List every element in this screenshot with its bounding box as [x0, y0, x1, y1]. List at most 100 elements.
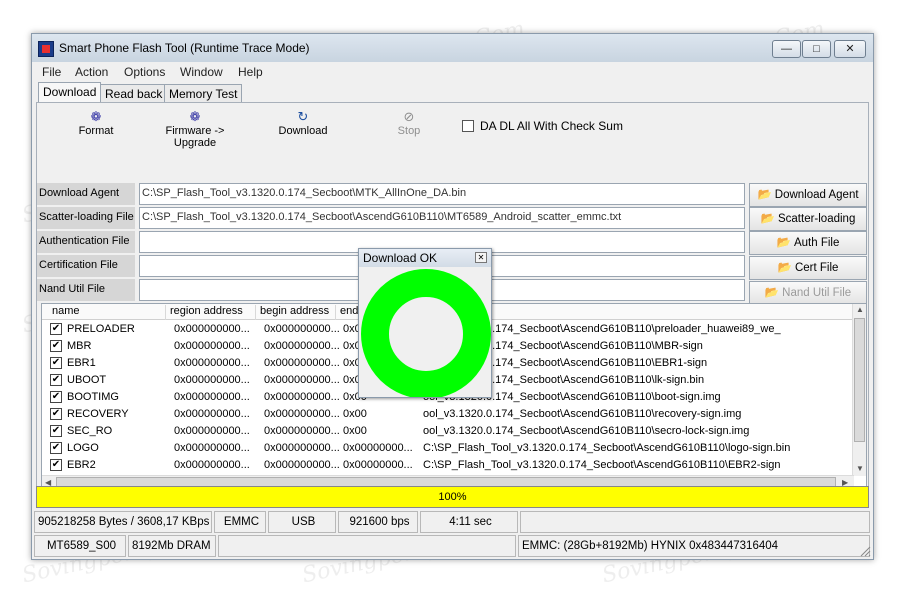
download-agent-path[interactable]: C:\SP_Flash_Tool_v3.1320.0.174_Secboot\M… — [139, 183, 745, 205]
download-agent-button[interactable]: 📂 Download Agent — [749, 183, 867, 207]
status-dram: 8192Mb DRAM — [128, 535, 216, 557]
progress-bar: 100% — [36, 486, 869, 508]
tab-memory-test[interactable]: Memory Test — [164, 84, 243, 102]
menu-bar: File Action Options Window Help — [32, 62, 873, 82]
col-begin[interactable]: begin address — [256, 305, 336, 320]
stop-icon: ⊘ — [403, 109, 415, 124]
status-blank — [218, 535, 516, 557]
row-begin: 0x000000000... — [264, 391, 340, 403]
download-label: Download — [278, 125, 328, 137]
row-end: 0x00000000... — [343, 442, 413, 454]
row-name: BOOTIMG — [67, 391, 119, 403]
row-begin: 0x000000000... — [264, 357, 340, 369]
download-button[interactable]: ↻ Download — [273, 109, 333, 137]
cert-label: Certification File — [37, 255, 135, 277]
menu-file[interactable]: File — [42, 65, 61, 79]
download-icon: ↻ — [297, 109, 309, 124]
dialog-close-icon[interactable]: ✕ — [475, 252, 487, 263]
stop-label: Stop — [397, 125, 421, 137]
row-location: ool_v3.1320.0.174_Secboot\AscendG610B110… — [423, 425, 750, 437]
row-region: 0x000000000... — [174, 459, 250, 471]
menu-help[interactable]: Help — [238, 65, 263, 79]
row-checkbox[interactable]: ✔ — [50, 425, 62, 437]
tab-download[interactable]: Download — [38, 82, 102, 103]
row-begin: 0x000000000... — [264, 408, 340, 420]
nand-util-button-label: Nand Util File — [782, 287, 852, 299]
row-end: 0x00000000... — [343, 459, 413, 471]
row-region: 0x000000000... — [174, 408, 250, 420]
auth-label: Authentication File — [37, 231, 135, 253]
row-checkbox[interactable]: ✔ — [50, 459, 62, 471]
tab-read-back[interactable]: Read back — [100, 84, 168, 102]
menu-action[interactable]: Action — [75, 65, 108, 79]
folder-open-icon: 📂 — [776, 237, 791, 249]
menu-window[interactable]: Window — [180, 65, 223, 79]
row-name: EBR2 — [67, 459, 96, 471]
folder-open-icon: 📂 — [764, 287, 780, 299]
da-checksum-checkbox[interactable]: DA DL All With Check Sum — [462, 119, 623, 133]
row-begin: 0x000000000... — [264, 459, 340, 471]
row-begin: 0x000000000... — [264, 340, 340, 352]
vertical-scrollbar[interactable]: ▲ ▼ — [852, 304, 866, 476]
row-begin: 0x000000000... — [264, 425, 340, 437]
title-bar[interactable]: Smart Phone Flash Tool (Runtime Trace Mo… — [32, 34, 873, 62]
row-location: C:\SP_Flash_Tool_v3.1320.0.174_Secboot\A… — [423, 459, 781, 471]
firmware-upgrade-icon: ❁ — [189, 109, 201, 124]
success-ring-icon — [361, 269, 491, 397]
row-checkbox[interactable]: ✔ — [50, 340, 62, 352]
status-chip: MT6589_S00 — [34, 535, 126, 557]
window-title: Smart Phone Flash Tool (Runtime Trace Mo… — [59, 41, 310, 55]
cert-file-button-label: Cert File — [794, 262, 839, 274]
auth-file-button-label: Auth File — [793, 237, 840, 249]
row-name: LOGO — [67, 442, 99, 454]
firmware-upgrade-button[interactable]: ❁ Firmware -> Upgrade — [143, 109, 247, 149]
close-button[interactable]: ✕ — [834, 40, 866, 58]
col-region[interactable]: region address — [166, 305, 256, 320]
row-region: 0x000000000... — [174, 357, 250, 369]
row-checkbox[interactable]: ✔ — [50, 391, 62, 403]
format-icon: ❁ — [90, 109, 102, 124]
row-region: 0x000000000... — [174, 425, 250, 437]
status-baud: 921600 bps — [338, 511, 418, 533]
row-name: SEC_RO — [67, 425, 113, 437]
row-name: MBR — [67, 340, 92, 352]
scroll-up-icon[interactable]: ▲ — [856, 305, 864, 314]
dialog-title: Download OK — [359, 249, 491, 267]
nand-util-button[interactable]: 📂 Nand Util File — [749, 281, 867, 305]
row-region: 0x000000000... — [174, 442, 250, 454]
cert-file-button[interactable]: 📂 Cert File — [749, 256, 867, 280]
scatter-button-label: Scatter-loading — [777, 213, 856, 225]
table-row[interactable]: ✔ LOGO 0x000000000... 0x000000000... 0x00000… — [42, 440, 852, 457]
table-row[interactable]: ✔ RECOVERY 0x000000000... 0x000000000... 0x0… — [42, 406, 852, 423]
auth-file-button[interactable]: 📂 Auth File — [749, 231, 867, 255]
row-checkbox[interactable]: ✔ — [50, 408, 62, 420]
scatter-button[interactable]: 📂 Scatter-loading — [749, 207, 867, 231]
row-checkbox[interactable]: ✔ — [50, 323, 62, 335]
scroll-down-icon[interactable]: ▼ — [856, 464, 864, 473]
scroll-thumb[interactable] — [854, 318, 865, 442]
row-name: UBOOT — [67, 374, 107, 386]
folder-open-icon: 📂 — [760, 213, 775, 225]
row-checkbox[interactable]: ✔ — [50, 442, 62, 454]
table-row[interactable]: ✔ EBR2 0x000000000... 0x000000000... 0x00000… — [42, 457, 852, 474]
firmware-upgrade-label: Firmware -> Upgrade — [165, 125, 225, 149]
menu-options[interactable]: Options — [124, 65, 165, 79]
row-checkbox[interactable]: ✔ — [50, 374, 62, 386]
app-icon — [38, 41, 54, 57]
minimize-button[interactable]: — — [772, 40, 801, 58]
row-location: C:\SP_Flash_Tool_v3.1320.0.174_Secboot\A… — [423, 442, 791, 454]
status-storage: EMMC — [214, 511, 266, 533]
resize-grip-icon[interactable] — [859, 545, 871, 557]
row-name: EBR1 — [67, 357, 96, 369]
status-connection: USB — [268, 511, 336, 533]
col-name[interactable]: name — [48, 305, 166, 320]
stop-button[interactable]: ⊘ Stop — [389, 109, 429, 137]
scatter-path[interactable]: C:\SP_Flash_Tool_v3.1320.0.174_Secboot\A… — [139, 207, 745, 229]
format-button[interactable]: ❁ Format — [75, 109, 117, 137]
checkbox-box[interactable] — [462, 120, 474, 132]
format-label: Format — [78, 125, 114, 137]
nand-label: Nand Util File — [37, 279, 135, 301]
row-checkbox[interactable]: ✔ — [50, 357, 62, 369]
maximize-button[interactable]: □ — [802, 40, 831, 58]
table-row[interactable]: ✔ SEC_RO 0x000000000... 0x000000000... 0x00 o… — [42, 423, 852, 440]
